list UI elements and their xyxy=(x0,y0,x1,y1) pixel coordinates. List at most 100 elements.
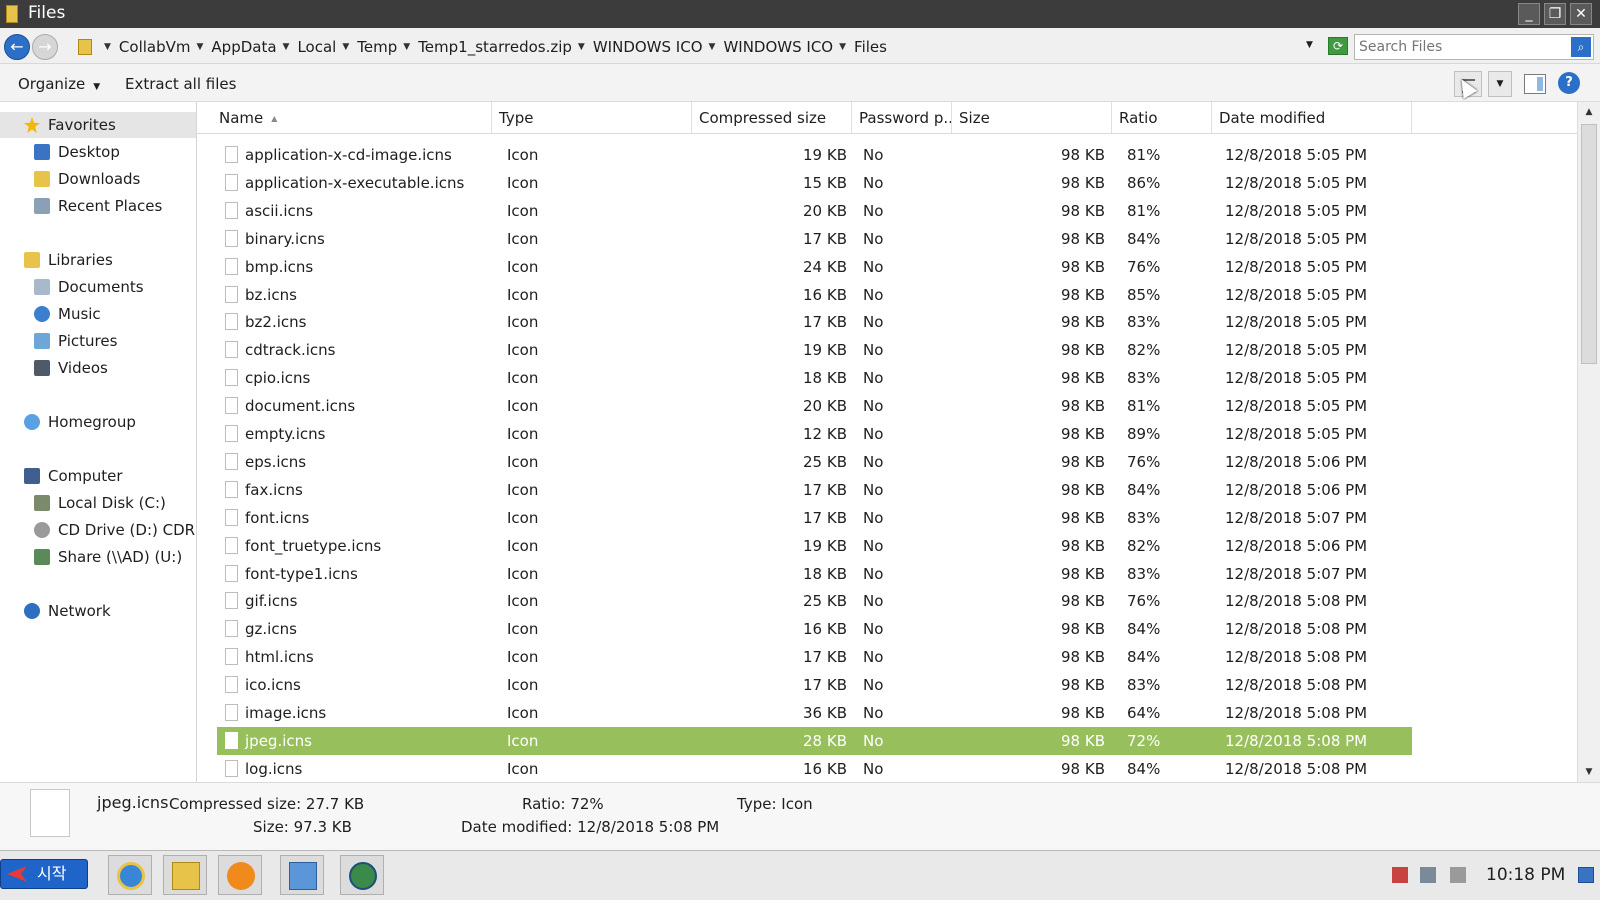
column-header-type[interactable]: Type xyxy=(492,102,692,134)
search-icon[interactable]: ⌕ xyxy=(1571,37,1591,57)
sidebar-item-cd-drive[interactable]: CD Drive (D:) CDROM xyxy=(34,517,196,543)
column-header-size[interactable]: Size xyxy=(952,102,1112,134)
sidebar-item-libraries[interactable]: Libraries xyxy=(24,247,113,273)
cell-date-modified: 12/8/2018 5:08 PM xyxy=(1225,620,1368,639)
cell-compressed-size: 15 KB xyxy=(803,173,847,192)
cell-ratio: 86% xyxy=(1127,173,1161,192)
file-icon xyxy=(225,397,238,415)
show-desktop-button[interactable] xyxy=(1578,867,1594,883)
minimize-button[interactable]: _ xyxy=(1518,3,1540,25)
column-header-date-modified[interactable]: Date modified xyxy=(1212,102,1412,134)
cell-date-modified: 12/8/2018 5:06 PM xyxy=(1225,452,1368,471)
refresh-icon[interactable]: ⟳ xyxy=(1328,37,1348,55)
cell-name: bz.icns xyxy=(245,285,297,304)
maximize-button[interactable]: ❐ xyxy=(1544,3,1566,25)
help-icon[interactable]: ? xyxy=(1558,72,1580,94)
start-button[interactable]: 시작 xyxy=(0,859,88,889)
column-header-ratio[interactable]: Ratio xyxy=(1112,102,1212,134)
sidebar-item-share[interactable]: Share (\\AD) (U:) xyxy=(34,544,182,570)
remote-desktop-icon[interactable] xyxy=(280,855,324,895)
table-row[interactable]: gif.icns Icon 25 KB No 98 KB 76% 12/8/2018 5:0… xyxy=(217,587,1412,615)
breadcrumb-item[interactable]: Local ▼ xyxy=(297,38,349,56)
address-history-dropdown[interactable]: ▼ xyxy=(1306,40,1313,50)
taskbar-clock[interactable]: 10:18 PM xyxy=(1486,865,1565,885)
network-status-icon[interactable] xyxy=(1420,867,1436,883)
file-explorer-icon[interactable] xyxy=(163,855,207,895)
breadcrumb-item[interactable]: CollabVm ▼ xyxy=(119,38,204,56)
cell-date-modified: 12/8/2018 5:05 PM xyxy=(1225,146,1368,164)
table-row[interactable]: jpeg.icns Icon 28 KB No 98 KB 72% 12/8/2018 5:… xyxy=(217,726,1412,755)
table-row[interactable]: image.icns Icon 36 KB No 98 KB 64% 12/8/2018 5… xyxy=(217,699,1412,727)
scroll-up-icon[interactable]: ▲ xyxy=(1581,104,1597,120)
table-row[interactable]: ascii.icns Icon 20 KB No 98 KB 81% 12/8/2018 5… xyxy=(217,197,1412,225)
extract-all-button[interactable]: Extract all files xyxy=(125,75,236,93)
table-row[interactable]: binary.icns Icon 17 KB No 98 KB 84% 12/8/2018 … xyxy=(217,225,1412,253)
music-icon xyxy=(34,306,50,322)
breadcrumb-item[interactable]: Temp1_starredos.zip ▼ xyxy=(418,38,585,56)
breadcrumb-root-arrow[interactable]: ▼ xyxy=(98,42,111,52)
file-icon xyxy=(225,452,238,470)
media-player-icon[interactable] xyxy=(218,855,262,895)
sidebar-item-computer[interactable]: Computer xyxy=(24,463,123,489)
vertical-scrollbar[interactable]: ▲ ▼ xyxy=(1577,102,1600,782)
breadcrumb-item[interactable]: AppData ▼ xyxy=(211,38,289,56)
pictures-icon xyxy=(34,333,50,349)
forward-button[interactable]: → xyxy=(32,34,58,60)
sidebar-item-videos[interactable]: Videos xyxy=(34,355,108,381)
table-row[interactable]: application-x-cd-image.icns Icon 19 KB No 98… xyxy=(217,141,1412,169)
search-input[interactable] xyxy=(1359,37,1559,57)
sidebar-item-desktop[interactable]: Desktop xyxy=(34,139,120,165)
column-header-compressed-size[interactable]: Compressed size xyxy=(692,102,852,134)
organize-button[interactable]: Organize ▼ xyxy=(18,75,100,93)
table-row[interactable]: eps.icns Icon 25 KB No 98 KB 76% 12/8/2018 5:0… xyxy=(217,448,1412,476)
sidebar-item-recent-places[interactable]: Recent Places xyxy=(34,193,162,219)
breadcrumb-item[interactable]: WINDOWS ICO ▼ xyxy=(593,38,716,56)
sidebar-item-homegroup[interactable]: Homegroup xyxy=(24,409,136,435)
search-box[interactable]: ⌕ xyxy=(1354,34,1594,60)
preview-pane-icon[interactable] xyxy=(1524,74,1546,94)
internet-explorer-icon[interactable] xyxy=(108,855,152,895)
sidebar-item-music[interactable]: Music xyxy=(34,301,101,327)
column-header-name[interactable]: Name ▲ xyxy=(212,102,492,134)
scroll-down-icon[interactable]: ▼ xyxy=(1581,764,1597,780)
sidebar-item-downloads[interactable]: Downloads xyxy=(34,166,140,192)
table-row[interactable]: application-x-executable.icns Icon 15 KB No… xyxy=(217,169,1412,197)
table-row[interactable]: log.icns Icon 16 KB No 98 KB 84% 12/8/2018 5:0… xyxy=(217,755,1412,782)
table-row[interactable]: html.icns Icon 17 KB No 98 KB 84% 12/8/2018 5:… xyxy=(217,643,1412,671)
scrollbar-thumb[interactable] xyxy=(1581,124,1597,364)
cell-date-modified: 12/8/2018 5:08 PM xyxy=(1225,592,1368,611)
table-row[interactable]: cpio.icns Icon 18 KB No 98 KB 83% 12/8/2018 5:… xyxy=(217,364,1412,392)
sidebar-item-favorites[interactable]: Favorites xyxy=(0,112,196,138)
sidebar-item-network[interactable]: Network xyxy=(24,598,111,624)
table-row[interactable]: document.icns Icon 20 KB No 98 KB 81% 12/8/201… xyxy=(217,392,1412,420)
network-globe-icon[interactable] xyxy=(340,855,384,895)
file-icon xyxy=(225,731,238,749)
table-row[interactable]: bmp.icns Icon 24 KB No 98 KB 76% 12/8/2018 5:0… xyxy=(217,253,1412,281)
close-button[interactable]: ✕ xyxy=(1570,3,1592,25)
cell-password: No xyxy=(863,620,884,639)
table-row[interactable]: fax.icns Icon 17 KB No 98 KB 84% 12/8/2018 5:0… xyxy=(217,476,1412,504)
view-options-dropdown[interactable]: ▼ xyxy=(1488,71,1512,97)
sidebar-item-local-disk[interactable]: Local Disk (C:) xyxy=(34,490,166,516)
action-center-flag-icon[interactable] xyxy=(1392,867,1408,883)
table-row[interactable]: gz.icns Icon 16 KB No 98 KB 84% 12/8/2018 5:08… xyxy=(217,615,1412,643)
breadcrumb-item[interactable]: WINDOWS ICO ▼ xyxy=(723,38,846,56)
table-row[interactable]: bz.icns Icon 16 KB No 98 KB 85% 12/8/2018 5:05… xyxy=(217,281,1412,309)
table-row[interactable]: ico.icns Icon 17 KB No 98 KB 83% 12/8/2018 5:0… xyxy=(217,671,1412,699)
column-header-password[interactable]: Password p... xyxy=(852,102,952,134)
sidebar-item-pictures[interactable]: Pictures xyxy=(34,328,117,354)
table-row[interactable]: font-type1.icns Icon 18 KB No 98 KB 83% 12/8/2… xyxy=(217,560,1412,588)
breadcrumb-item[interactable]: Temp ▼ xyxy=(357,38,410,56)
table-row[interactable]: bz2.icns Icon 17 KB No 98 KB 83% 12/8/2018 5:0… xyxy=(217,308,1412,336)
table-row[interactable]: cdtrack.icns Icon 19 KB No 98 KB 82% 12/8/2018… xyxy=(217,336,1412,364)
back-button[interactable]: ← xyxy=(4,34,30,60)
table-row[interactable]: font_truetype.icns Icon 19 KB No 98 KB 82% 12/… xyxy=(217,532,1412,560)
cell-size: 98 KB xyxy=(1061,397,1105,416)
breadcrumb-item[interactable]: Files xyxy=(854,38,887,56)
volume-muted-icon[interactable] xyxy=(1450,867,1466,883)
table-row[interactable]: empty.icns Icon 12 KB No 98 KB 89% 12/8/2018 5… xyxy=(217,420,1412,448)
navigation-pane: Favorites Desktop Downloads Recent Place… xyxy=(0,102,197,782)
table-row[interactable]: font.icns Icon 17 KB No 98 KB 83% 12/8/2018 5:… xyxy=(217,504,1412,532)
cell-compressed-size: 25 KB xyxy=(803,452,847,471)
sidebar-item-documents[interactable]: Documents xyxy=(34,274,144,300)
